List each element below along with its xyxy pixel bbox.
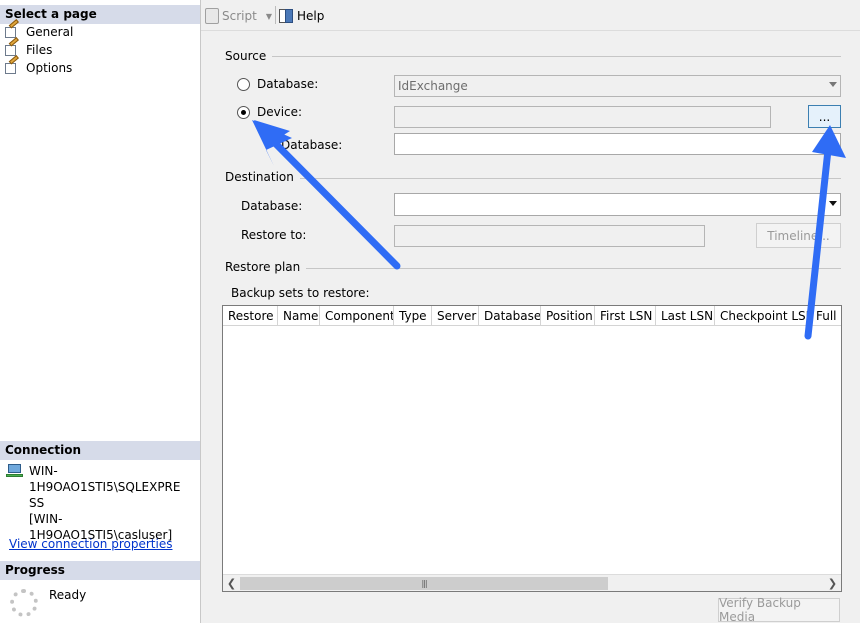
restore-plan-group-line [297,268,841,269]
toolbar-separator [275,6,276,24]
source-group-label: Source [225,49,273,63]
source-database-combo[interactable]: IdExchange [394,75,841,97]
connection-server: WIN-1H9OAO1STI5\SQLEXPRE [29,464,181,494]
radio-selected-dot [241,110,246,115]
timeline-button[interactable]: Timeline... [756,223,841,248]
restore-plan-group-label: Restore plan [225,260,307,274]
script-button[interactable]: Script ▼ [205,6,272,26]
left-panel: Select a page General Files Options Conn… [0,0,201,623]
help-book-icon [279,8,294,24]
select-page-header: Select a page [0,5,200,24]
verify-backup-media-button[interactable]: Verify Backup Media [718,596,840,623]
restore-to-label: Restore to: [241,228,307,242]
source-database-value: IdExchange [398,79,468,93]
dropdown-arrow-icon[interactable]: ▼ [266,12,272,21]
page-settings-icon [4,55,21,75]
device-path-input[interactable] [394,106,771,128]
help-button[interactable]: Help [279,6,324,26]
database-radio[interactable] [237,78,250,91]
toolbar: Script ▼ Help [201,0,860,31]
column-header-server[interactable]: Server [432,306,479,326]
backup-sets-label: Backup sets to restore: [231,286,370,300]
page-item-label: Options [26,61,73,75]
source-database-input[interactable] [394,133,841,155]
progress-spinner-icon [10,589,38,617]
column-header-last-lsn[interactable]: Last LSN [656,306,715,326]
chevron-down-icon [829,82,837,87]
horizontal-scrollbar[interactable]: ❮ ||| ❯ [223,574,841,591]
page-settings-icon [4,37,21,57]
device-browse-button[interactable]: ... [808,105,841,128]
source-group-line [267,56,841,57]
backup-sets-grid[interactable]: Restore Name Component Type Server Datab… [222,305,842,592]
scroll-left-icon[interactable]: ❮ [223,575,240,591]
scroll-right-icon[interactable]: ❯ [824,575,841,591]
destination-database-label: Database: [241,199,303,213]
view-connection-properties-link[interactable]: View connection properties [9,537,172,551]
script-icon [205,8,219,24]
connection-info: WIN-1H9OAO1STI5\SQLEXPRE SS [WIN-1H9OAO1… [29,463,200,543]
page-item-options[interactable]: Options [4,55,73,77]
destination-group-line [292,178,841,179]
help-label: Help [297,9,325,23]
page-item-label: General [26,25,74,39]
column-header-position[interactable]: Position [541,306,595,326]
restore-to-input[interactable] [394,225,705,247]
column-header-component[interactable]: Component [320,306,394,326]
connection-header: Connection [0,441,200,460]
device-radio-label: Device: [257,105,303,119]
page-item-files[interactable]: Files [4,37,53,59]
column-header-name[interactable]: Name [278,306,320,326]
column-header-full-lsn[interactable]: Full LS [811,306,841,326]
script-label: Script [222,9,257,23]
source-database-label: Database: [281,138,343,152]
connection-server-cont: SS [29,496,45,510]
destination-database-combo[interactable] [394,193,841,216]
server-connection-icon [6,464,24,478]
device-radio[interactable] [237,106,250,119]
column-header-checkpoint-lsn[interactable]: Checkpoint LSN [715,306,811,326]
column-header-restore[interactable]: Restore [223,306,278,326]
database-radio-label: Database: [257,77,319,91]
progress-status: Ready [49,588,87,602]
column-header-type[interactable]: Type [394,306,432,326]
chevron-down-icon [829,201,837,206]
page-settings-icon [4,19,21,39]
column-header-first-lsn[interactable]: First LSN [595,306,656,326]
scrollbar-thumb[interactable]: ||| [240,577,608,590]
page-item-label: Files [26,43,53,57]
progress-header: Progress [0,561,200,580]
destination-group-label: Destination [225,170,300,184]
column-header-database[interactable]: Database [479,306,541,326]
